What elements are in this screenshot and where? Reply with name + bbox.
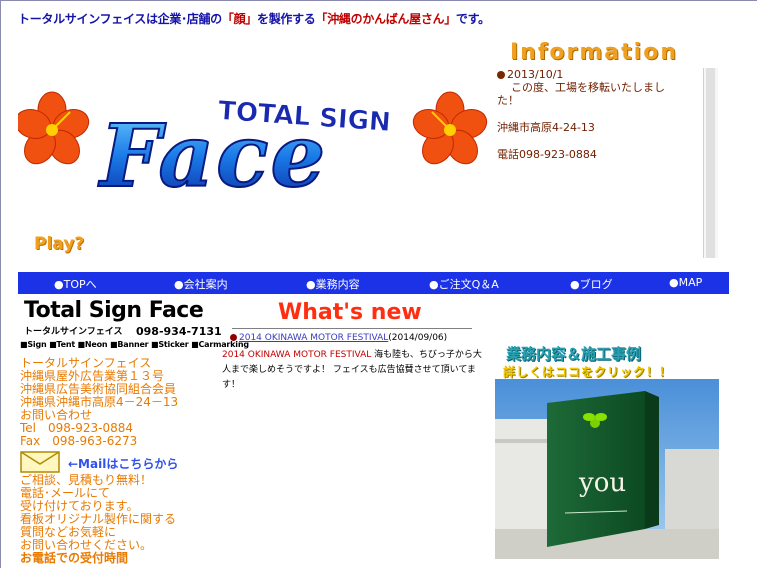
news-item-link[interactable]: 2014 OKINAWA MOTOR FESTIVAL — [239, 333, 388, 343]
nav-top[interactable]: ●TOPへ — [54, 276, 97, 292]
header-tagline: トータルサインフェイスは企業･店舗の「顔」を製作する「沖縄のかんばん屋さん」です… — [18, 10, 490, 27]
works-title[interactable]: 業務内容＆施工事例 — [506, 343, 641, 364]
company-fax: Fax 098-963-6273 — [20, 434, 138, 448]
tagline-post: です。 — [455, 12, 490, 26]
mail-contact-row[interactable]: ←Mailはこちらから — [20, 451, 230, 473]
bullet-icon — [230, 334, 237, 341]
information-scrollbar[interactable] — [703, 68, 718, 258]
phone-hours-label: お電話での受付時間 — [20, 551, 129, 565]
news-item-body: 2014 OKINAWA MOTOR FESTIVAL 海も陸も、ちびっ子から大… — [222, 348, 484, 393]
scrollbar-thumb[interactable] — [706, 68, 715, 258]
hibiscus-right-icon — [412, 91, 488, 165]
company-logo-sub: トータルサインフェイス — [24, 327, 123, 337]
news-body-accent: 2014 OKINAWA MOTOR FESTIVAL — [222, 350, 372, 360]
information-title: Information — [510, 40, 678, 65]
company-logo: Total Sign Face トータルサインフェイス 098-934-7131… — [20, 298, 249, 354]
information-phone: 電話098-923-0884 — [497, 148, 597, 161]
nav-map[interactable]: ●MAP — [669, 276, 702, 289]
company-logo-tags: ■Sign ■Tent ■Neon ■Banner ■Sticker ■Carm… — [20, 340, 249, 349]
works-sample-photo[interactable]: you — [495, 379, 719, 559]
company-info: トータルサインフェイス 沖縄県屋外広告業第１３号 沖縄県広告美術協同組合会員 沖… — [20, 357, 230, 448]
works-subtitle-link[interactable]: 詳しくはココをクリック！！ — [503, 363, 672, 380]
information-line2: た！ — [497, 94, 519, 107]
tagline-pre: トータルサインフェイスは企業･店舗の — [18, 12, 222, 26]
news-item-header: 2014 OKINAWA MOTOR FESTIVAL(2014/09/06) — [230, 333, 447, 343]
information-panel: 2013/10/1 この度、工場を移転いたしまし た！ 沖縄市高原4-24-13… — [497, 68, 705, 258]
nav-services[interactable]: ●業務内容 — [306, 276, 360, 292]
company-logo-phone: 098-934-7131 — [136, 325, 222, 338]
company-logo-main: Total Sign Face — [24, 298, 204, 323]
mail-link[interactable]: ←Mailはこちらから — [68, 455, 178, 472]
hibiscus-left-icon — [18, 91, 90, 165]
works-photo-sign-text: you — [578, 468, 626, 498]
nav-company[interactable]: ●会社案内 — [174, 276, 228, 292]
information-date-row: 2013/10/1 — [497, 68, 705, 81]
total-sign-face-banner[interactable]: TOTAL SIGN Face — [18, 88, 488, 198]
nav-order-qa[interactable]: ●ご注文Q＆A — [429, 276, 499, 292]
information-address: 沖縄市高原4-24-13 — [497, 121, 595, 134]
tagline-highlight-face: 「顔」 — [221, 12, 257, 26]
main-nav: ●TOPへ ●会社案内 ●業務内容 ●ご注文Q＆A ●ブログ ●MAP — [18, 272, 729, 294]
tagline-highlight-shop: 「沖縄のかんばん屋さん」 — [315, 12, 457, 26]
play-link[interactable]: Play? — [34, 234, 84, 254]
banner-logo-big: Face — [97, 106, 327, 198]
company-inquiry: ご相談、見積もり無料！ 電話･メールにて 受け付けております。 看板オリジナル製… — [20, 474, 230, 565]
bullet-icon — [497, 71, 505, 79]
divider — [232, 328, 472, 329]
information-date: 2013/10/1 — [507, 68, 564, 81]
whats-new-title: What's new — [278, 300, 422, 325]
nav-blog[interactable]: ●ブログ — [570, 276, 613, 292]
news-item-date: (2014/09/06) — [388, 333, 448, 343]
information-line1: この度、工場を移転いたしまし — [511, 81, 665, 94]
tagline-mid: を製作する — [257, 12, 316, 26]
mail-envelope-icon[interactable] — [20, 451, 60, 473]
